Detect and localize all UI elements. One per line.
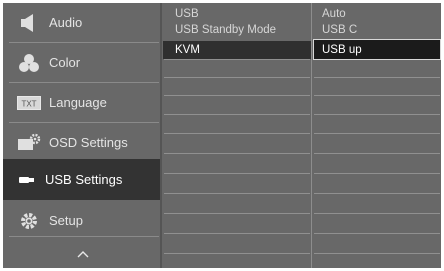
menu-item-label: Color xyxy=(49,55,81,70)
menu-item-language[interactable]: TXT Language xyxy=(3,83,162,122)
divider xyxy=(164,59,310,60)
menu-item-label: USB Settings xyxy=(45,172,123,187)
svg-text:TXT: TXT xyxy=(21,99,36,108)
divider xyxy=(314,153,440,154)
usb-plug-icon xyxy=(15,169,39,191)
menu-item-usb-settings[interactable]: USB Settings xyxy=(3,159,162,200)
menu-item-label: Language xyxy=(49,95,107,110)
divider xyxy=(164,233,310,234)
divider xyxy=(164,114,310,115)
option-usb-c[interactable]: USB C xyxy=(322,23,357,38)
chevron-up-icon xyxy=(76,246,90,261)
divider xyxy=(164,173,310,174)
speaker-icon xyxy=(17,12,41,34)
divider xyxy=(314,253,440,254)
divider xyxy=(314,77,440,78)
scroll-up-button[interactable] xyxy=(3,239,162,268)
menu-item-label: Setup xyxy=(49,213,83,228)
divider xyxy=(164,193,310,194)
osd-panel: Audio Color TXT Language OSD Settings US… xyxy=(3,3,441,268)
divider xyxy=(164,253,310,254)
menu-item-label: Audio xyxy=(49,15,83,30)
submenu-item-kvm[interactable]: KVM xyxy=(175,43,200,58)
options-column: Auto USB C USB up xyxy=(312,3,441,268)
menu-item-color[interactable]: Color xyxy=(3,43,162,82)
submenu-item-usb[interactable]: USB xyxy=(175,7,199,22)
main-menu: Audio Color TXT Language OSD Settings US… xyxy=(3,3,162,268)
menu-item-osd-settings[interactable]: OSD Settings xyxy=(3,123,162,162)
divider xyxy=(314,213,440,214)
divider xyxy=(314,173,440,174)
menu-item-setup[interactable]: Setup xyxy=(3,201,162,240)
divider xyxy=(164,153,310,154)
option-auto[interactable]: Auto xyxy=(322,7,346,22)
divider xyxy=(164,95,310,96)
menu-item-label: OSD Settings xyxy=(49,135,128,150)
divider xyxy=(314,193,440,194)
osd-gear-icon xyxy=(17,132,41,154)
divider xyxy=(314,233,440,234)
color-palette-icon xyxy=(17,52,41,74)
submenu-item-usb-standby-mode[interactable]: USB Standby Mode xyxy=(175,23,276,38)
language-txt-icon: TXT xyxy=(17,92,41,114)
divider xyxy=(164,213,310,214)
divider xyxy=(164,77,310,78)
divider xyxy=(314,133,440,134)
divider xyxy=(314,114,440,115)
divider xyxy=(314,95,440,96)
submenu-column: USB USB Standby Mode KVM xyxy=(162,3,311,268)
menu-item-audio[interactable]: Audio xyxy=(3,3,162,42)
divider xyxy=(9,236,159,237)
divider xyxy=(164,133,310,134)
option-usb-up[interactable]: USB up xyxy=(322,43,362,58)
gear-icon xyxy=(17,210,41,232)
